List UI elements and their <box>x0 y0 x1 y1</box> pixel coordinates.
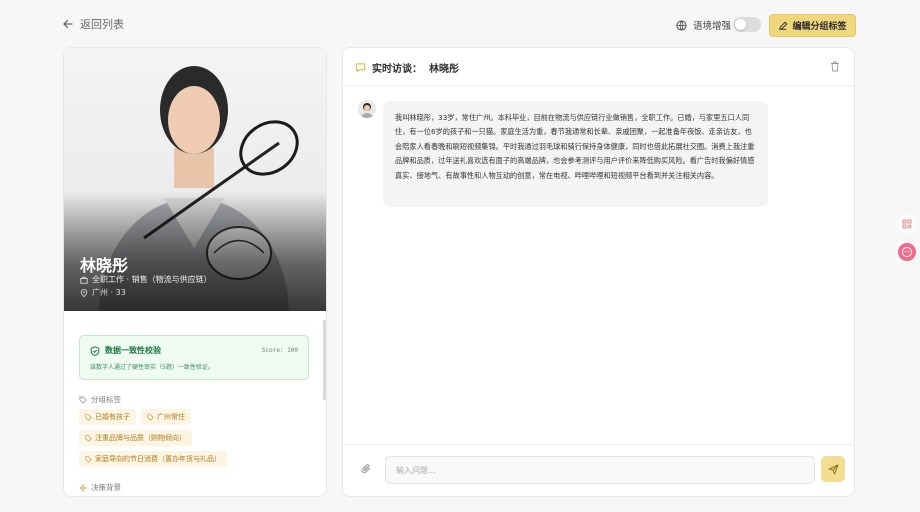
back-label: 返回列表 <box>80 18 124 31</box>
interview-title: 实时访谈： 林晓彤 <box>355 60 459 75</box>
paperclip-icon[interactable] <box>361 463 372 475</box>
persona-message-bubble: 我叫林晓彤，33岁，常住广州。本科毕业，目前在物流与供应链行业做销售，全职工作。… <box>383 101 768 207</box>
interview-panel: 实时访谈： 林晓彤 我叫林晓彤，33岁，常住广州。本科毕业，目前在物流与供应链行… <box>342 47 855 497</box>
avatar-image <box>361 103 373 118</box>
question-input[interactable] <box>385 456 815 484</box>
tag-icon <box>85 413 92 421</box>
edit-group-tags-button[interactable]: 编辑分组标签 <box>769 14 856 37</box>
chat-icon <box>355 63 366 73</box>
consistency-score: Score: 100 <box>261 347 298 354</box>
tag-icon <box>79 395 87 404</box>
group-tag-label: 已婚有孩子 <box>95 413 130 421</box>
group-tag: 家庭导向的节日消费（置办年货与礼品） <box>79 451 227 467</box>
trash-icon[interactable] <box>830 61 840 72</box>
profile-scrollbar[interactable] <box>323 320 326 400</box>
decision-background-heading: 决策背景 <box>79 482 121 493</box>
chat-input-bar <box>343 444 854 496</box>
consistency-check-title: 数据一致性校验 <box>90 345 161 356</box>
group-tag: 已婚有孩子 <box>79 409 136 425</box>
group-tag: 注重品牌与品质（购物倾向） <box>79 430 192 446</box>
group-tag-label: 家庭导向的节日消费（置办年货与礼品） <box>95 455 221 463</box>
persona-job-text: 全职工作 · 销售（物流与供应链） <box>92 275 212 284</box>
side-assistant-button[interactable] <box>898 243 916 261</box>
interview-title-text: 实时访谈： 林晓彤 <box>372 64 459 75</box>
send-icon <box>827 463 839 475</box>
group-tag-label: 注重品牌与品质（购物倾向） <box>95 434 186 442</box>
avatar <box>358 100 376 118</box>
interview-header: 实时访谈： 林晓彤 <box>343 48 854 86</box>
group-tag-label: 广州常住 <box>157 413 185 421</box>
group-tag: 广州常住 <box>141 409 191 425</box>
assistant-icon <box>902 247 912 257</box>
group-tags-heading-text: 分组标签 <box>91 395 121 404</box>
tag-icon <box>147 413 154 421</box>
back-to-list-link[interactable]: 返回列表 <box>62 16 124 32</box>
group-tags-heading: 分组标签 <box>79 394 121 405</box>
pencil-icon <box>779 21 788 30</box>
decision-background-heading-text: 决策背景 <box>91 483 121 492</box>
location-pin-icon <box>80 288 88 297</box>
apps-icon <box>902 219 912 229</box>
persona-location-text: 广州 · 33 <box>92 288 126 297</box>
shield-check-icon <box>90 345 100 356</box>
persona-job: 全职工作 · 销售（物流与供应链） <box>80 274 212 285</box>
consistency-check-box: 数据一致性校验 Score: 100 该数字人通过了硬性审实（5题）一致性验证。 <box>79 335 309 380</box>
context-enhance-text: 语境增强 <box>693 21 732 32</box>
consistency-check-desc: 该数字人通过了硬性审实（5题）一致性验证。 <box>90 364 214 371</box>
consistency-check-title-text: 数据一致性校验 <box>105 346 161 355</box>
globe-icon <box>676 19 687 31</box>
top-bar: 返回列表 语境增强 编辑分组标签 <box>0 0 920 48</box>
tag-icon <box>85 455 92 463</box>
sparkle-icon <box>79 483 87 492</box>
context-enhance-toggle[interactable] <box>733 17 761 32</box>
persona-name: 林晓彤 <box>80 256 129 275</box>
send-button[interactable] <box>821 456 845 482</box>
tag-icon <box>85 434 92 442</box>
edit-group-tags-label: 编辑分组标签 <box>792 22 847 32</box>
arrow-left-icon <box>63 19 73 29</box>
briefcase-icon <box>80 276 88 284</box>
side-tool-button[interactable] <box>898 215 916 233</box>
context-enhance-label: 语境增强 <box>676 18 731 32</box>
persona-location: 广州 · 33 <box>80 287 126 298</box>
